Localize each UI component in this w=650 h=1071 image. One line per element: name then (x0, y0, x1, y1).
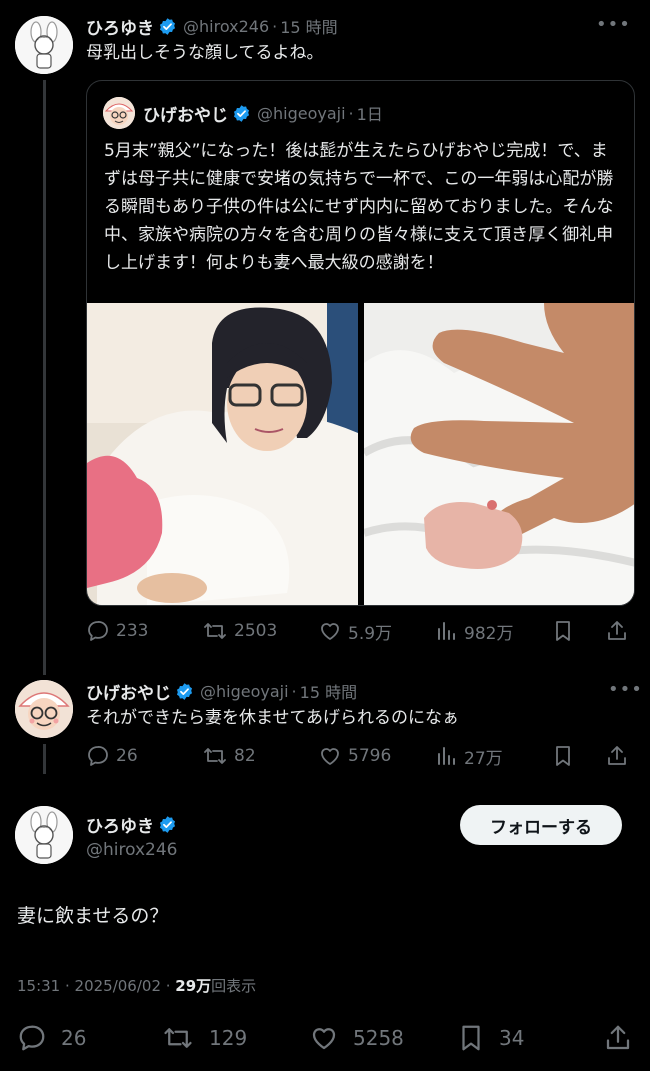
avatar-higeoyaji-small[interactable] (103, 97, 135, 129)
author-handle[interactable]: @hirox246 (86, 840, 178, 860)
retweet-count: 129 (209, 1026, 248, 1050)
reply-text: それができたら妻を休ませてあげられるのになぁ (86, 708, 459, 728)
verified-badge-icon (233, 104, 250, 122)
like-button[interactable]: 5796 (318, 744, 391, 768)
follow-button[interactable]: フォローする (460, 805, 622, 845)
photo-baby-hand[interactable] (364, 303, 634, 605)
thread-line (43, 80, 46, 675)
separator-dot: · (348, 103, 354, 123)
bookmark-button[interactable]: 34 (457, 1023, 524, 1053)
like-button[interactable]: 5.9万 (318, 619, 392, 644)
reply-icon (88, 746, 108, 766)
tweet1-text: 母乳出しそうな顔してるよね。 (86, 43, 324, 63)
reply-count: 26 (116, 746, 138, 766)
retweet-icon (204, 623, 226, 639)
reply-icon (88, 621, 108, 641)
verified-badge-icon (159, 815, 176, 833)
retweet-button[interactable]: 129 (161, 1023, 247, 1053)
quoted-tweet-card[interactable]: ひげおやじ @higeoyaji · 1日 5月末”親父”になった！後は髭が生え… (86, 80, 635, 606)
view-count: 29万 (175, 977, 212, 995)
views-count: 982万 (464, 623, 514, 644)
quote-time[interactable]: 1日 (357, 101, 383, 125)
retweet-count: 82 (234, 746, 256, 766)
retweet-icon (164, 1028, 192, 1048)
tweet1-action-bar: 233 2503 5.9万 982万 (86, 618, 636, 644)
post-time[interactable]: 15 時間 (280, 14, 337, 38)
more-options-icon[interactable]: ••• (596, 14, 631, 35)
tweet-meta: 15:31 · 2025/06/02 · 29万回表示 (17, 975, 256, 996)
tweet1-header: ひろゆき @hirox246 · 15 時間 (86, 14, 338, 39)
avatar-hiroyuki[interactable] (15, 806, 73, 864)
views-count: 27万 (464, 748, 503, 769)
retweet-button[interactable]: 82 (202, 744, 256, 768)
views-icon (438, 747, 455, 765)
views-icon (438, 622, 455, 640)
like-count: 5796 (348, 746, 392, 766)
avatar-hiroyuki[interactable] (15, 16, 73, 74)
verified-badge-icon (159, 17, 176, 35)
heart-icon (321, 748, 339, 765)
heart-icon (312, 1028, 336, 1050)
reply-icon (19, 1025, 45, 1051)
quote-author-name[interactable]: ひげおやじ (143, 101, 228, 126)
heart-icon (321, 623, 339, 640)
author-name[interactable]: ひろゆき (86, 14, 154, 39)
reply-count: 26 (61, 1026, 87, 1050)
reply-button[interactable]: 26 (17, 1023, 86, 1053)
view-label: 回表示 (211, 977, 257, 995)
post-time[interactable]: 15 時間 (300, 679, 357, 703)
thread-line (43, 744, 46, 774)
retweet-count: 2503 (234, 621, 278, 641)
retweet-icon (204, 748, 226, 764)
reply-count: 233 (116, 621, 149, 641)
share-icon[interactable] (603, 1023, 633, 1053)
like-count: 5258 (353, 1026, 404, 1050)
main-action-bar: 26 129 5258 34 (17, 1023, 637, 1053)
quote-header: ひげおやじ @higeoyaji · 1日 (143, 101, 383, 126)
author-name[interactable]: ひげおやじ (86, 679, 171, 704)
avatar-higeoyaji[interactable] (15, 680, 73, 738)
retweet-button[interactable]: 2503 (202, 619, 277, 643)
reply-action-bar: 26 82 5796 27万 (86, 743, 636, 769)
like-button[interactable]: 5258 (309, 1023, 404, 1053)
photo-father-baby[interactable] (87, 303, 358, 605)
reply-button[interactable]: 233 (86, 619, 148, 643)
views-button[interactable]: 982万 (434, 619, 513, 644)
like-count: 5.9万 (348, 623, 393, 644)
main-handle-row: @hirox246 (86, 838, 178, 862)
separator-dot: · (291, 681, 297, 701)
separator-dot: · (272, 16, 278, 36)
author-handle[interactable]: @higeoyaji (200, 682, 289, 701)
main-tweet-text: 妻に飲ませるの？ (17, 905, 169, 927)
verified-badge-icon (176, 682, 193, 700)
bookmark-icon (462, 1025, 480, 1051)
author-handle[interactable]: @hirox246 (183, 17, 269, 36)
views-button[interactable]: 27万 (434, 744, 503, 769)
more-options-icon[interactable]: ••• (608, 679, 643, 700)
bookmark-count: 34 (499, 1026, 525, 1050)
bookmark-icon[interactable] (552, 744, 574, 768)
author-name[interactable]: ひろゆき (86, 812, 154, 837)
reply-button[interactable]: 26 (86, 744, 138, 768)
share-icon[interactable] (605, 744, 629, 768)
bookmark-icon[interactable] (552, 619, 574, 643)
share-icon[interactable] (605, 619, 629, 643)
main-author-row: ひろゆき (86, 812, 177, 837)
reply-header: ひげおやじ @higeoyaji · 15 時間 (86, 679, 357, 704)
quote-text: 5月末”親父”になった！後は髭が生えたらひげおやじ完成！で、まずは母子共に健康で… (104, 141, 614, 273)
timestamp[interactable]: 15:31 · 2025/06/02 · (17, 977, 175, 995)
quote-author-handle[interactable]: @higeoyaji (257, 104, 346, 123)
